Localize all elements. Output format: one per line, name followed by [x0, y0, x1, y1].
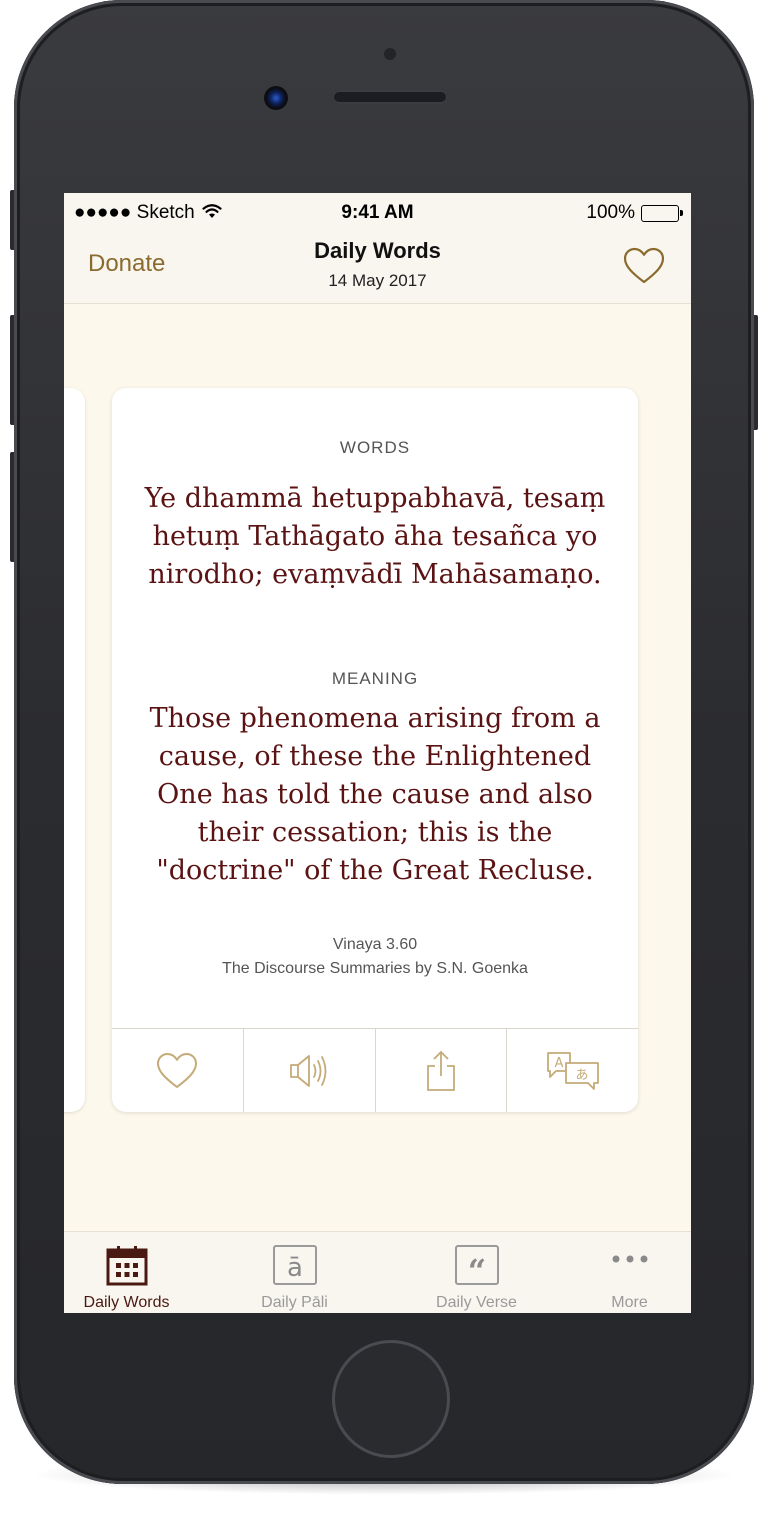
tab-daily-verse[interactable]: “ Daily Verse [414, 1232, 539, 1313]
heart-icon [157, 1053, 198, 1088]
previous-card-edge[interactable] [64, 388, 85, 1112]
page-date: 14 May 2017 [328, 271, 427, 290]
words-label: WORDS [339, 438, 411, 457]
share-button[interactable] [376, 1029, 508, 1112]
svg-text:あ: あ [575, 1068, 588, 1083]
source-reference: Vinaya 3.60 [332, 936, 418, 953]
pali-a-icon: ā [272, 1245, 317, 1285]
svg-text:“: “ [467, 1252, 485, 1286]
audio-button[interactable] [244, 1029, 376, 1112]
meaning-label: MEANING [331, 669, 419, 688]
tab-label-daily-verse: Daily Verse [436, 1294, 517, 1311]
daily-words-card: WORDS Ye dhammā hetuppabhavā, tesaṃ hetu… [112, 388, 638, 1112]
home-button[interactable] [332, 1340, 450, 1458]
quote-icon: “ [454, 1245, 499, 1286]
calendar-icon [106, 1246, 147, 1286]
share-icon [426, 1050, 455, 1091]
status-bar: ●●●●● Sketch 9:41 AM 100% [64, 193, 691, 233]
tab-daily-pali[interactable]: ā Daily Pāli [232, 1232, 357, 1313]
meaning-text: Those phenomena arising from a cause, of… [149, 703, 601, 886]
tab-label-daily-pali: Daily Pāli [261, 1294, 328, 1311]
front-camera [264, 86, 288, 110]
app-screen: ●●●●● Sketch 9:41 AM 100% Donate Daily W… [64, 193, 691, 1313]
svg-text:A: A [554, 1056, 563, 1071]
tab-label-daily-words: Daily Words [83, 1294, 170, 1311]
tab-label-more: More [611, 1294, 648, 1311]
source-book: The Discourse Summaries by S.N. Goenka [222, 960, 528, 977]
more-dots-icon [612, 1255, 647, 1263]
page-title: Daily Words [314, 238, 441, 263]
battery-status: 100% [586, 202, 683, 224]
earpiece-speaker [332, 90, 448, 104]
tab-more[interactable]: More [567, 1232, 691, 1313]
tab-daily-words[interactable]: Daily Words [64, 1232, 189, 1313]
tab-bar: Daily Words ā Daily Pāli “ Daily Verse M… [64, 1231, 691, 1313]
translate-button[interactable]: A あ [507, 1029, 638, 1112]
source-citation: Vinaya 3.60 The Discourse Summaries by S… [112, 933, 638, 981]
card-action-bar: A あ [112, 1028, 638, 1112]
proximity-sensor [384, 48, 396, 60]
pali-words-text: Ye dhammā hetuppabhavā, tesaṃ hetuṃ Tath… [144, 483, 606, 590]
navigation-bar: Donate Daily Words 14 May 2017 [64, 233, 691, 304]
battery-icon [641, 204, 683, 222]
favorite-button[interactable] [112, 1029, 244, 1112]
translate-icon: A あ [546, 1052, 599, 1090]
svg-text:ā: ā [287, 1253, 303, 1283]
favorites-heart-icon[interactable] [622, 246, 666, 286]
speaker-icon [290, 1055, 327, 1087]
battery-percent: 100% [586, 202, 635, 223]
